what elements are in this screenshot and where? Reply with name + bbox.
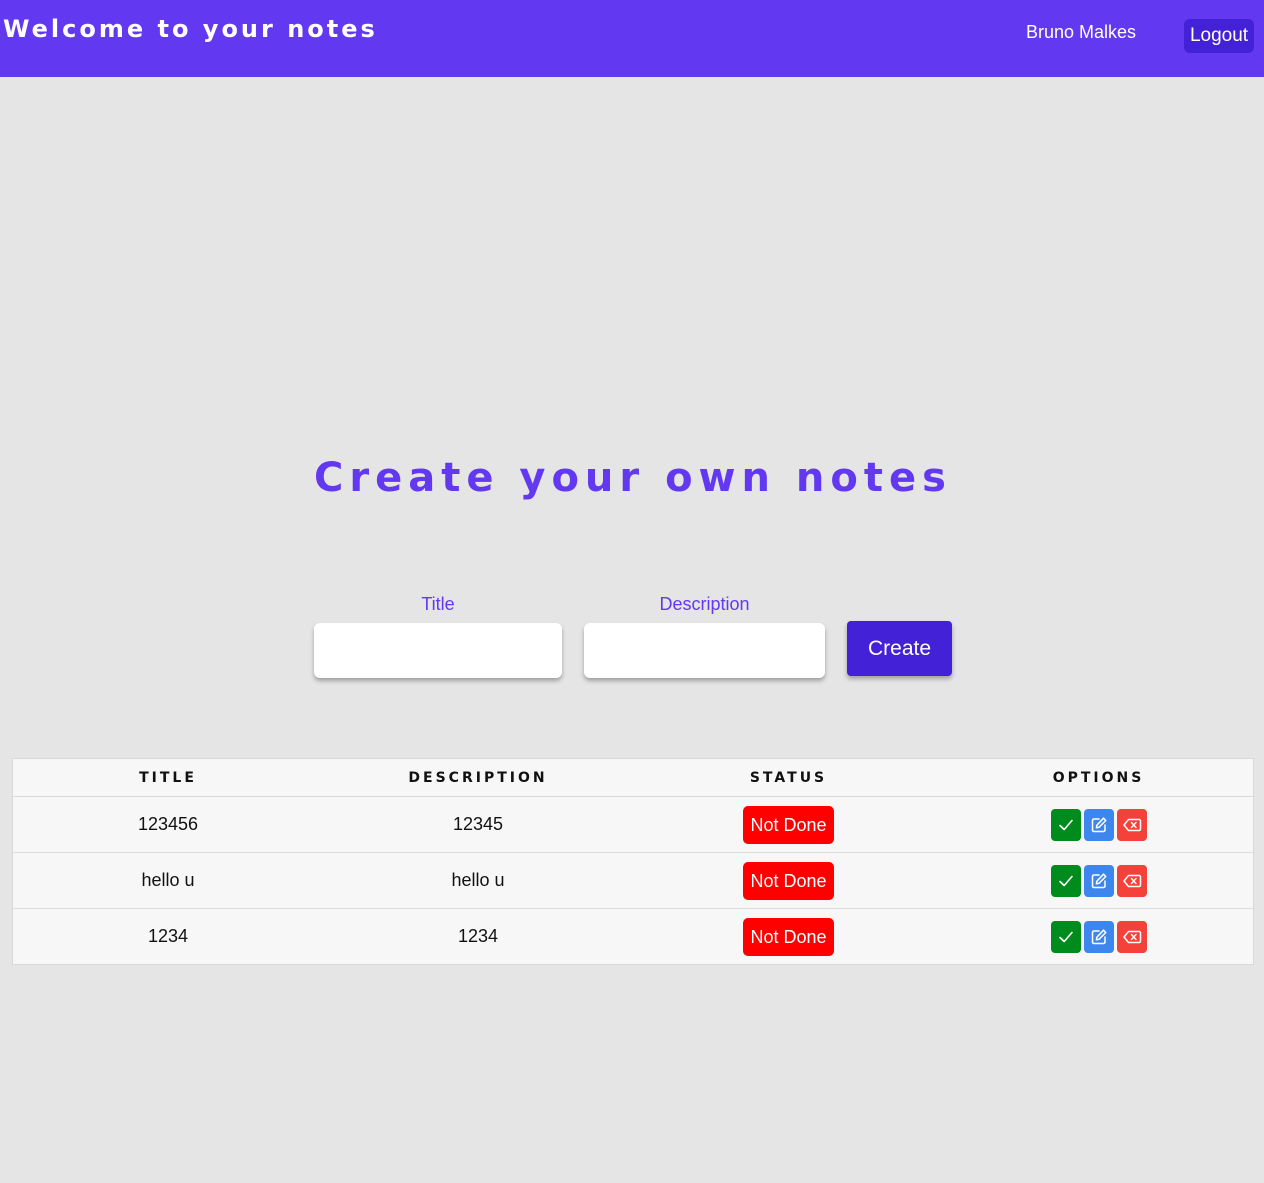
column-header-description: DESCRIPTION (408, 769, 548, 786)
page-heading: Create your own notes (314, 455, 952, 501)
table-row: 123456 12345 Not Done (13, 797, 1253, 853)
mark-done-button[interactable] (1050, 808, 1081, 841)
row-actions (944, 808, 1253, 841)
edit-icon (1091, 928, 1107, 944)
note-description: 1234 (457, 926, 499, 946)
options-cell (944, 808, 1253, 841)
note-description: hello u (451, 870, 505, 890)
edit-button[interactable] (1083, 920, 1114, 953)
delete-icon (1122, 818, 1141, 831)
title-label: Title (421, 594, 455, 614)
delete-button[interactable] (1116, 920, 1147, 953)
column-header-options: OPTIONS (1052, 769, 1145, 786)
delete-button[interactable] (1116, 808, 1147, 841)
note-title: 123456 (137, 814, 199, 834)
edit-button[interactable] (1083, 864, 1114, 897)
check-icon (1058, 875, 1073, 886)
status-badge[interactable]: Not Done (743, 861, 834, 900)
delete-icon (1122, 930, 1141, 943)
status-cell: Not Done (633, 805, 944, 844)
options-cell (944, 864, 1253, 897)
edit-icon (1091, 872, 1107, 888)
user-name: Bruno Malkes (1026, 22, 1137, 42)
app-title: Welcome to your notes (3, 15, 378, 43)
row-actions (944, 864, 1253, 897)
status-badge[interactable]: Not Done (743, 805, 834, 844)
edit-button[interactable] (1083, 808, 1114, 841)
row-actions (944, 920, 1253, 953)
top-navbar: Welcome to your notes Bruno Malkes Logou… (0, 0, 1264, 77)
logout-button[interactable]: Logout (1184, 19, 1254, 53)
delete-button[interactable] (1116, 864, 1147, 897)
description-label: Description (659, 594, 750, 614)
table-row: hello u hello u Not Done (13, 853, 1253, 909)
mark-done-button[interactable] (1050, 920, 1081, 953)
table-row: 1234 1234 Not Done (13, 909, 1253, 964)
note-title: hello u (141, 870, 195, 890)
note-description: 12345 (452, 814, 504, 834)
edit-icon (1091, 816, 1107, 832)
delete-icon (1122, 874, 1141, 887)
status-cell: Not Done (633, 917, 944, 956)
column-header-title: TITLE (139, 769, 197, 786)
mark-done-button[interactable] (1050, 864, 1081, 897)
check-icon (1058, 819, 1073, 830)
description-input[interactable] (584, 623, 825, 678)
status-badge[interactable]: Not Done (743, 917, 834, 956)
create-button[interactable]: Create (847, 621, 952, 676)
check-icon (1058, 931, 1073, 942)
notes-table: TITLE DESCRIPTION STATUS OPTIONS 123456 … (12, 758, 1254, 965)
options-cell (944, 920, 1253, 953)
note-title: 1234 (147, 926, 189, 946)
column-header-status: STATUS (749, 769, 828, 786)
table-header: TITLE DESCRIPTION STATUS OPTIONS (13, 759, 1253, 797)
status-cell: Not Done (633, 861, 944, 900)
title-input[interactable] (314, 623, 562, 678)
